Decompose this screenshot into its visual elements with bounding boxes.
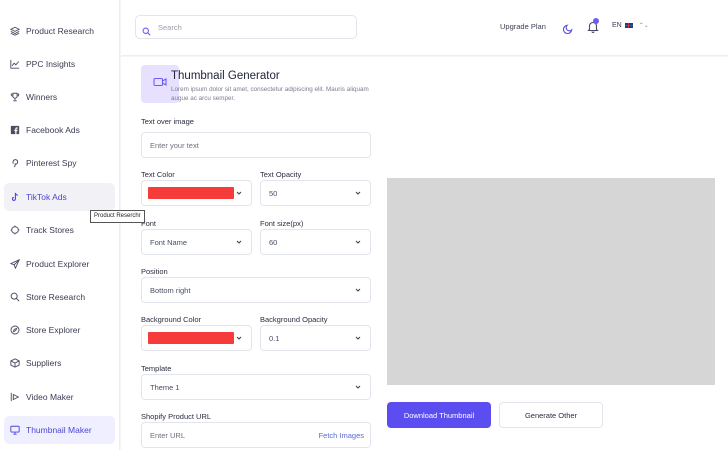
- language-code: EN: [612, 22, 622, 29]
- sidebar-item-product-research[interactable]: Product Research: [4, 17, 115, 45]
- compass-icon: [10, 325, 20, 335]
- chevron-updown-icon: ⌃⌄: [638, 23, 649, 29]
- language-selector[interactable]: EN ⌃⌄: [612, 22, 649, 29]
- chevron-down-icon: [354, 189, 362, 197]
- generate-other-button[interactable]: Generate Other: [499, 402, 603, 428]
- notification-dot: [593, 18, 599, 24]
- background-color-label: Background Color: [141, 315, 202, 324]
- page-description: Lorem ipsum dolor sit amet, consectetur …: [171, 86, 369, 102]
- sidebar-item-product-explorer[interactable]: Product Explorer: [4, 250, 115, 278]
- font-value: Font Name: [150, 237, 188, 247]
- background-opacity-select[interactable]: 0.1: [260, 325, 371, 351]
- send-icon: [10, 259, 20, 269]
- sidebar-item-facebook-ads[interactable]: Facebook Ads: [4, 116, 115, 144]
- track-icon: [10, 225, 20, 235]
- background-opacity-label: Background Opacity: [260, 315, 328, 324]
- text-over-image-input[interactable]: [150, 140, 370, 150]
- sidebar-item-label: Facebook Ads: [26, 125, 80, 135]
- fetch-images-link[interactable]: Fetch Images: [319, 431, 364, 440]
- sidebar-item-winners[interactable]: Winners: [4, 83, 115, 111]
- chart-line-icon: [10, 59, 20, 69]
- moon-icon[interactable]: [563, 21, 574, 34]
- sidebar-item-label: Video Maker: [26, 392, 74, 402]
- position-value: Bottom right: [150, 285, 191, 295]
- video-icon: [10, 392, 20, 402]
- sidebar-item-store-research[interactable]: Store Research: [4, 283, 115, 311]
- sidebar-item-thumbnail-maker[interactable]: Thumbnail Maker: [4, 416, 115, 444]
- shopify-url-label: Shopify Product URL: [141, 412, 212, 421]
- sidebar-item-label: Thumbnail Maker: [26, 425, 92, 435]
- chevron-down-icon: [235, 189, 243, 197]
- sidebar-item-label: PPC Insights: [26, 59, 76, 69]
- trophy-icon: [10, 92, 20, 102]
- template-value: Theme 1: [150, 382, 180, 392]
- sidebar-item-suppliers[interactable]: Suppliers: [4, 349, 115, 377]
- layers-icon: [10, 26, 20, 36]
- search-icon: [10, 292, 20, 302]
- chevron-down-icon: [354, 383, 362, 391]
- chevron-down-icon: [354, 334, 362, 342]
- sidebar: Product Research PPC Insights Winners Fa…: [0, 0, 120, 450]
- video-camera-icon: [153, 75, 167, 94]
- search-box[interactable]: [135, 15, 357, 39]
- sidebar-item-tiktok-ads[interactable]: TikTok Ads: [4, 183, 115, 211]
- top-header: Upgrade Plan EN ⌃⌄: [121, 0, 728, 56]
- position-select[interactable]: Bottom right: [141, 277, 371, 303]
- chevron-down-icon: [235, 334, 243, 342]
- text-opacity-select[interactable]: 50: [260, 180, 371, 206]
- sidebar-item-label: Product Research: [26, 26, 95, 36]
- thumbnail-preview: [387, 178, 715, 385]
- background-color-swatch: [148, 332, 234, 344]
- font-size-label: Font size(px): [260, 219, 304, 228]
- box-icon: [10, 358, 20, 368]
- sidebar-item-video-maker[interactable]: Video Maker: [4, 383, 115, 411]
- text-color-label: Text Color: [141, 170, 175, 179]
- text-opacity-value: 50: [269, 188, 278, 198]
- sidebar-item-label: Track Stores: [26, 225, 74, 235]
- background-opacity-value: 0.1: [269, 333, 280, 343]
- search-icon: [142, 23, 151, 36]
- sidebar-item-label: Winners: [26, 92, 58, 102]
- shopify-url-field[interactable]: Fetch Images: [141, 422, 371, 448]
- sidebar-item-label: TikTok Ads: [26, 192, 67, 202]
- sidebar-item-pinterest-spy[interactable]: Pinterest Spy: [4, 149, 115, 177]
- shopify-url-input[interactable]: [150, 430, 310, 440]
- text-color-swatch: [148, 187, 234, 199]
- sidebar-item-label: Pinterest Spy: [26, 158, 77, 168]
- facebook-icon: [10, 125, 20, 135]
- chevron-down-icon: [354, 238, 362, 246]
- chevron-down-icon: [354, 286, 362, 294]
- text-color-select[interactable]: [141, 180, 252, 206]
- template-label: Template: [141, 364, 172, 373]
- app-root: Product Research PPC Insights Winners Fa…: [0, 0, 728, 450]
- sidebar-item-label: Suppliers: [26, 358, 62, 368]
- tooltip: Product Reserchr: [90, 210, 145, 223]
- font-select[interactable]: Font Name: [141, 229, 252, 255]
- tiktok-icon: [10, 192, 20, 202]
- monitor-icon: [10, 425, 20, 435]
- font-size-value: 60: [269, 237, 278, 247]
- download-thumbnail-button[interactable]: Download Thumbnail: [387, 402, 491, 428]
- sidebar-item-store-explorer[interactable]: Store Explorer: [4, 316, 115, 344]
- background-color-select[interactable]: [141, 325, 252, 351]
- uk-flag-icon: [624, 23, 633, 28]
- main-content: Thumbnail Generator Lorem ipsum dolor si…: [121, 57, 728, 450]
- upgrade-plan-link[interactable]: Upgrade Plan: [500, 22, 546, 31]
- text-over-image-label: Text over image: [141, 117, 194, 126]
- template-select[interactable]: Theme 1: [141, 374, 371, 400]
- sidebar-item-ppc-insights[interactable]: PPC Insights: [4, 50, 115, 78]
- pinterest-icon: [10, 158, 20, 168]
- sidebar-item-label: Product Explorer: [26, 259, 90, 269]
- search-input[interactable]: [158, 22, 338, 32]
- font-size-select[interactable]: 60: [260, 229, 371, 255]
- text-over-image-field[interactable]: [141, 132, 371, 158]
- chevron-down-icon: [235, 238, 243, 246]
- page-title: Thumbnail Generator: [171, 70, 280, 82]
- sidebar-item-label: Store Explorer: [26, 325, 81, 335]
- sidebar-item-label: Store Research: [26, 292, 86, 302]
- text-opacity-label: Text Opacity: [260, 170, 302, 179]
- position-label: Position: [141, 267, 168, 276]
